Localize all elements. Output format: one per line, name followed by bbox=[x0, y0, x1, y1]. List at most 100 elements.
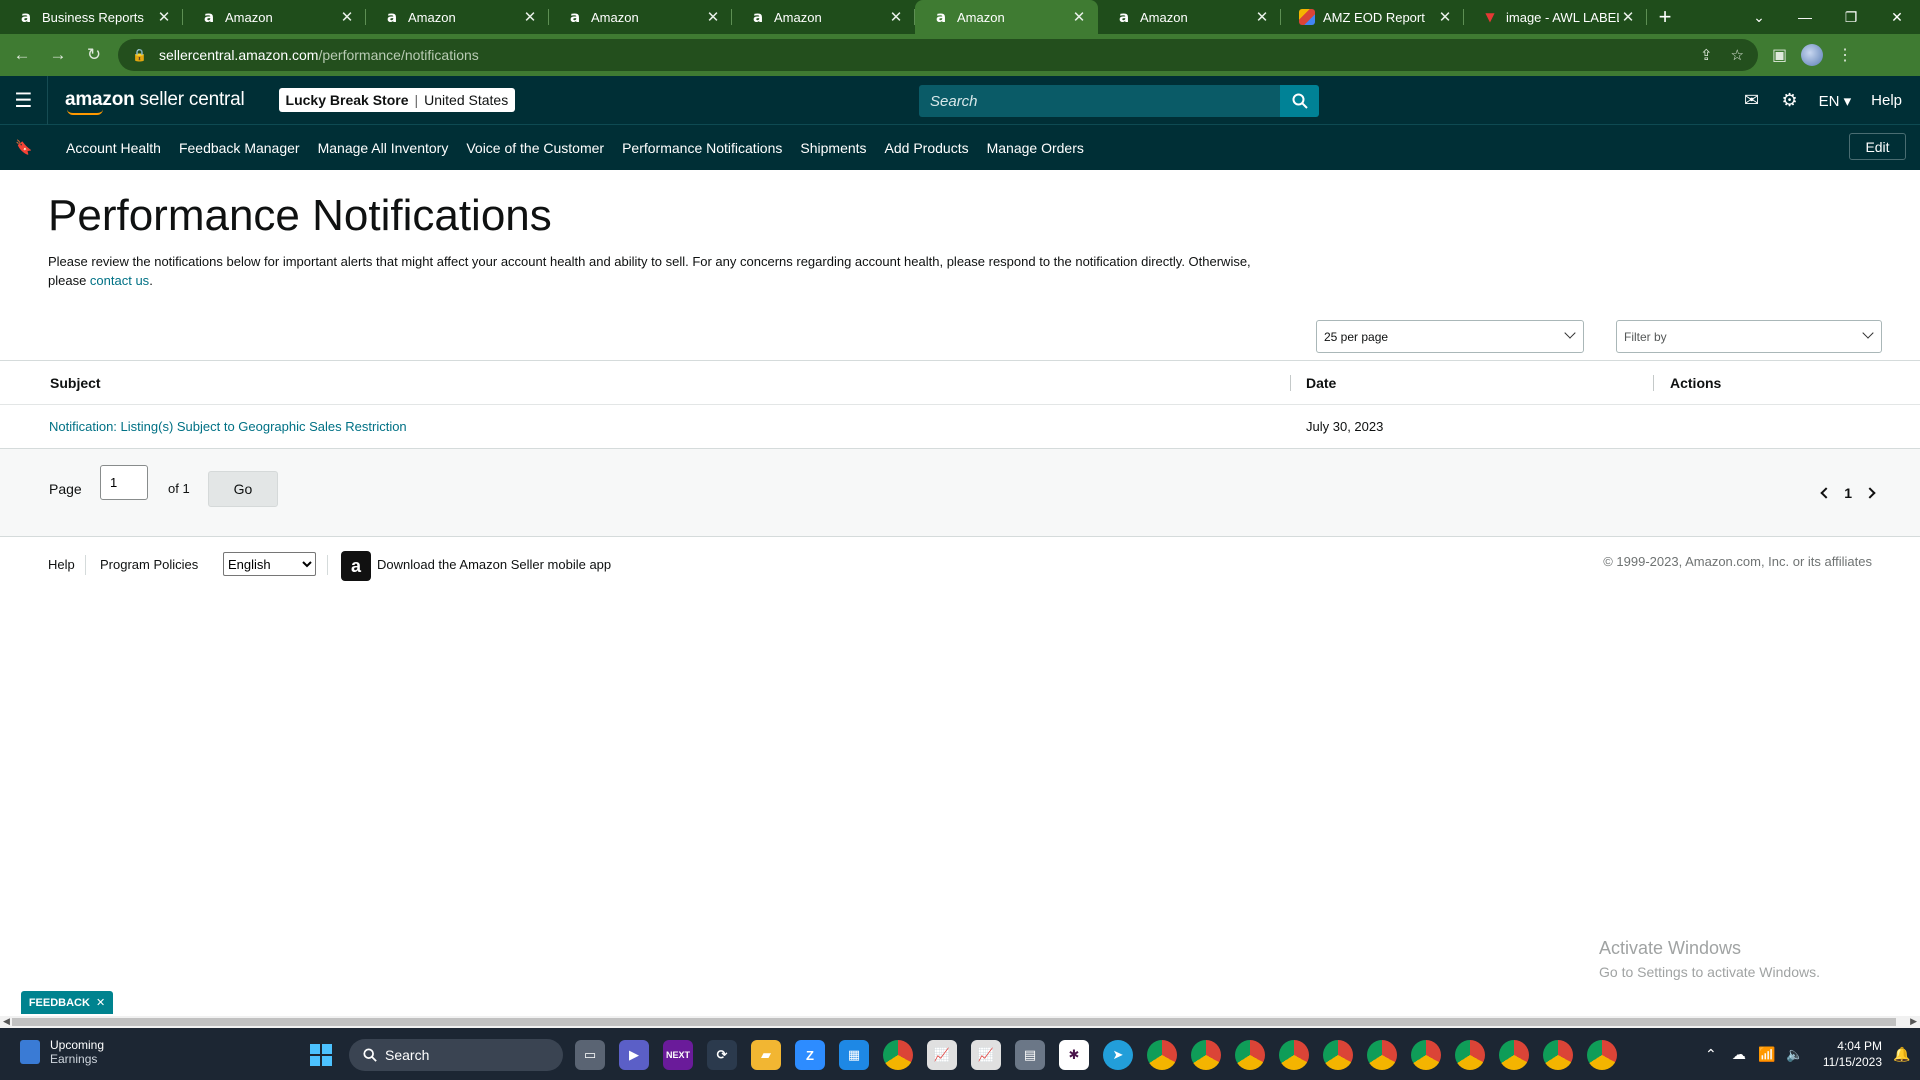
browser-tab[interactable]: a Amazon ✕ bbox=[366, 0, 549, 34]
minimize-icon[interactable]: — bbox=[1782, 9, 1828, 25]
profile-avatar[interactable] bbox=[1801, 44, 1824, 66]
store-switcher[interactable]: Lucky Break Store | United States bbox=[278, 88, 516, 112]
telegram-icon[interactable]: ➤ bbox=[1103, 1040, 1133, 1070]
share-icon[interactable]: ⇪ bbox=[1700, 46, 1713, 64]
tab-close-icon[interactable]: ✕ bbox=[1253, 8, 1271, 26]
browser-tab[interactable]: a Amazon ✕ bbox=[915, 0, 1098, 34]
new-tab-button[interactable]: + bbox=[1647, 0, 1683, 34]
nav-link-shipments[interactable]: Shipments bbox=[800, 140, 866, 156]
notification-subject-link[interactable]: Notification: Listing(s) Subject to Geog… bbox=[49, 419, 407, 434]
nav-link-manage-orders[interactable]: Manage Orders bbox=[987, 140, 1084, 156]
next-app-icon[interactable]: NEXT bbox=[663, 1040, 693, 1070]
onedrive-cloud-icon[interactable]: ☁ bbox=[1725, 1046, 1753, 1063]
taskbar-search[interactable]: Search bbox=[349, 1039, 563, 1071]
chrome-profile-icon[interactable] bbox=[1279, 1040, 1309, 1070]
tab-close-icon[interactable]: ✕ bbox=[704, 8, 722, 26]
language-selector[interactable]: EN ▾ bbox=[1809, 92, 1862, 110]
chrome-profile-icon[interactable] bbox=[1411, 1040, 1441, 1070]
chrome-profile-icon[interactable] bbox=[1235, 1040, 1265, 1070]
browser-tab[interactable]: ▼ image - AWL LABEL ✕ bbox=[1464, 0, 1647, 34]
url-input[interactable]: 🔒 sellercentral.amazon.com/performance/n… bbox=[118, 39, 1758, 71]
zoom-icon[interactable]: Z bbox=[795, 1040, 825, 1070]
program-policies-link[interactable]: Program Policies bbox=[100, 557, 198, 572]
browser-tab[interactable]: a Amazon ✕ bbox=[183, 0, 366, 34]
browser-tab[interactable]: a Business Reports ✕ bbox=[0, 0, 183, 34]
chevron-left-icon[interactable] bbox=[1820, 487, 1832, 499]
task-view-icon[interactable]: ▭ bbox=[575, 1040, 605, 1070]
amazon-app-icon[interactable]: a bbox=[341, 551, 371, 581]
scroll-left-icon[interactable]: ◀ bbox=[3, 1016, 10, 1027]
chrome-profile-icon[interactable] bbox=[1147, 1040, 1177, 1070]
tab-close-icon[interactable]: ✕ bbox=[887, 8, 905, 26]
search-input[interactable] bbox=[919, 85, 1280, 117]
browser-tab[interactable]: a Amazon ✕ bbox=[1098, 0, 1281, 34]
chevron-right-icon[interactable] bbox=[1864, 487, 1876, 499]
scrollbar-thumb[interactable] bbox=[12, 1018, 1896, 1026]
nav-link-account-health[interactable]: Account Health bbox=[66, 140, 161, 156]
current-page[interactable]: 1 bbox=[1844, 485, 1852, 501]
chrome-profile-icon[interactable] bbox=[1367, 1040, 1397, 1070]
edit-nav-button[interactable]: Edit bbox=[1849, 133, 1906, 160]
reload-icon[interactable]: ↻ bbox=[80, 41, 108, 69]
contact-us-link[interactable]: contact us bbox=[90, 273, 149, 288]
chrome-profile-icon[interactable] bbox=[1191, 1040, 1221, 1070]
close-window-icon[interactable]: ✕ bbox=[1874, 9, 1920, 26]
nav-link-voice-of-the-customer[interactable]: Voice of the Customer bbox=[466, 140, 604, 156]
browser-tab[interactable]: AMZ EOD Report ✕ bbox=[1281, 0, 1464, 34]
refresh-app-icon[interactable]: ⟳ bbox=[707, 1040, 737, 1070]
calculator-icon[interactable]: ▤ bbox=[1015, 1040, 1045, 1070]
chrome-profile-icon[interactable] bbox=[1587, 1040, 1617, 1070]
clock[interactable]: 4:04 PM 11/15/2023 bbox=[1809, 1038, 1892, 1070]
settings-gear-icon[interactable]: ⚙ bbox=[1771, 90, 1809, 111]
browser-tab[interactable]: a Amazon ✕ bbox=[549, 0, 732, 34]
filter-select[interactable]: Filter by bbox=[1616, 320, 1882, 353]
chrome-icon[interactable] bbox=[883, 1040, 913, 1070]
slack-icon[interactable]: ✱ bbox=[1059, 1040, 1089, 1070]
hamburger-menu-icon[interactable]: ☰ bbox=[0, 75, 48, 125]
chart-app-icon[interactable]: 📈 bbox=[927, 1040, 957, 1070]
bookmark-star-icon[interactable]: ☆ bbox=[1731, 46, 1744, 64]
file-explorer-icon[interactable]: ▰ bbox=[751, 1040, 781, 1070]
teams-icon[interactable]: ▶ bbox=[619, 1040, 649, 1070]
header-subject[interactable]: Subject bbox=[50, 375, 101, 391]
close-icon[interactable]: ✕ bbox=[96, 996, 105, 1009]
notification-bell-icon[interactable]: 🔔 bbox=[1892, 1046, 1920, 1063]
calendar-icon[interactable]: ▦ bbox=[839, 1040, 869, 1070]
bookmark-icon[interactable]: 🔖 bbox=[0, 139, 48, 156]
lock-icon[interactable]: 🔒 bbox=[132, 48, 147, 62]
mail-icon[interactable]: ✉ bbox=[1733, 90, 1771, 111]
chevron-up-icon[interactable]: ⌃ bbox=[1697, 1046, 1725, 1063]
weather-widget[interactable]: Upcoming Earnings bbox=[20, 1038, 104, 1066]
page-number-input[interactable] bbox=[100, 465, 148, 500]
footer-help-link[interactable]: Help bbox=[48, 557, 75, 572]
tab-close-icon[interactable]: ✕ bbox=[338, 8, 356, 26]
browser-menu-icon[interactable]: ⋮ bbox=[1837, 45, 1853, 65]
search-button[interactable] bbox=[1280, 85, 1319, 117]
nav-link-add-products[interactable]: Add Products bbox=[885, 140, 969, 156]
wifi-icon[interactable]: 📶 bbox=[1753, 1046, 1781, 1063]
browser-tab[interactable]: a Amazon ✕ bbox=[732, 0, 915, 34]
chrome-profile-icon[interactable] bbox=[1499, 1040, 1529, 1070]
feedback-button[interactable]: FEEDBACK ✕ bbox=[21, 991, 113, 1014]
tab-close-icon[interactable]: ✕ bbox=[521, 8, 539, 26]
chrome-profile-icon[interactable] bbox=[1455, 1040, 1485, 1070]
restore-icon[interactable]: ❐ bbox=[1828, 9, 1874, 26]
windows-start-icon[interactable] bbox=[310, 1044, 332, 1066]
side-panel-icon[interactable]: ▣ bbox=[1772, 45, 1787, 65]
tab-close-icon[interactable]: ✕ bbox=[1070, 8, 1088, 26]
volume-icon[interactable]: 🔈 bbox=[1781, 1046, 1809, 1063]
nav-link-performance-notifications[interactable]: Performance Notifications bbox=[622, 140, 782, 156]
download-app-link[interactable]: Download the Amazon Seller mobile app bbox=[377, 557, 611, 572]
forward-icon[interactable]: → bbox=[44, 41, 72, 69]
help-link[interactable]: Help bbox=[1861, 92, 1920, 109]
scroll-right-icon[interactable]: ▶ bbox=[1910, 1016, 1917, 1027]
nav-link-manage-all-inventory[interactable]: Manage All Inventory bbox=[318, 140, 449, 156]
footer-language-select[interactable]: English bbox=[223, 552, 316, 576]
horizontal-scrollbar[interactable]: ◀ ▶ bbox=[0, 1016, 1920, 1028]
nav-link-feedback-manager[interactable]: Feedback Manager bbox=[179, 140, 300, 156]
tab-close-icon[interactable]: ✕ bbox=[1436, 8, 1454, 26]
seller-central-logo[interactable]: amazon seller central bbox=[65, 89, 245, 115]
tab-search-icon[interactable]: ⌄ bbox=[1736, 9, 1782, 26]
chrome-profile-icon[interactable] bbox=[1543, 1040, 1573, 1070]
chart-app-icon-2[interactable]: 📈 bbox=[971, 1040, 1001, 1070]
